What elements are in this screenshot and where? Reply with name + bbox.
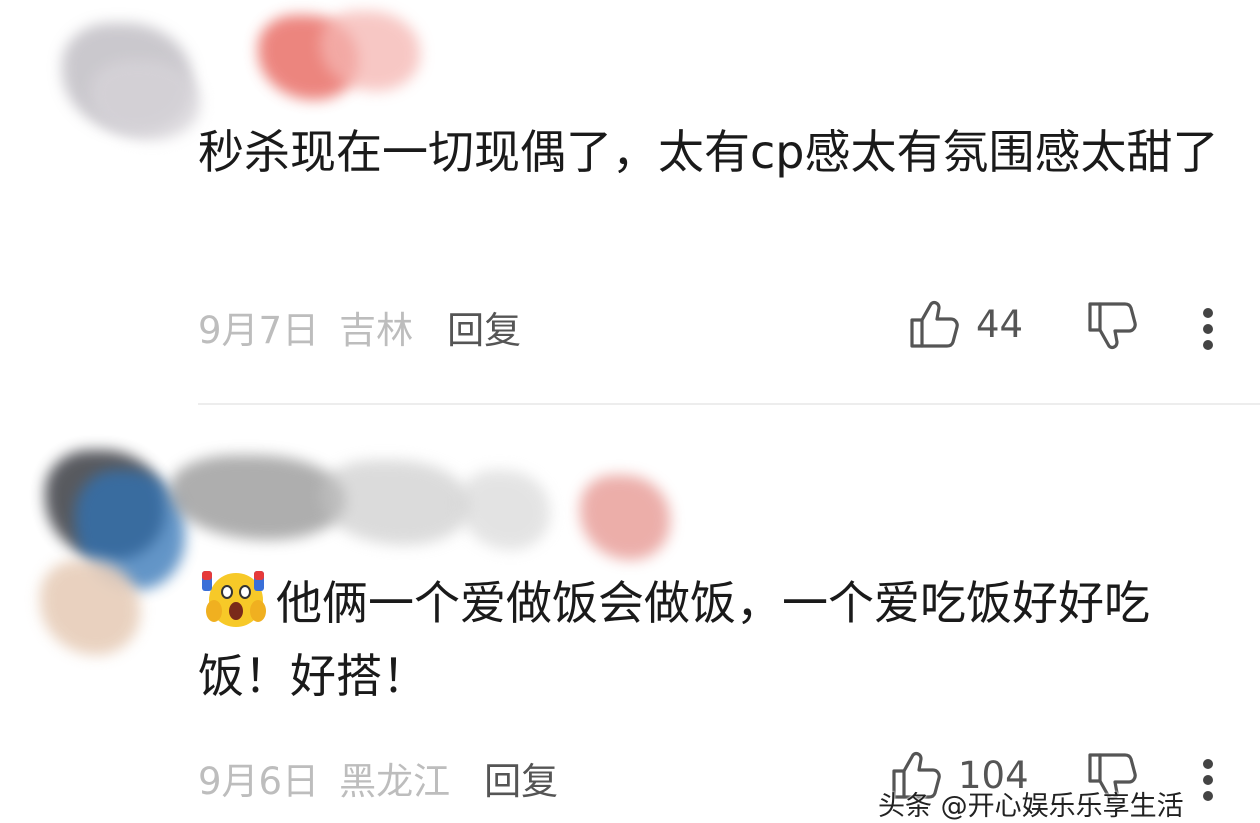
- thumbs-down-icon: [1088, 302, 1137, 349]
- comment-item: 他俩一个爱做饭会做饭，一个爱吃饭好好吃饭！好搭！ 9月6日 黑龙江 回复 104: [0, 405, 1260, 805]
- more-dot: [1203, 791, 1213, 801]
- watermark: 头条 @开心娱乐乐享生活: [878, 791, 1184, 822]
- more-dot: [1203, 775, 1213, 785]
- like-count: 44: [976, 302, 1024, 346]
- more-options-button[interactable]: [1196, 298, 1220, 354]
- more-dot: [1203, 324, 1213, 334]
- comment-item: 秒杀现在一切现偶了，太有cp感太有氛围感太甜了 9月7日 吉林 回复 44: [0, 0, 1260, 405]
- more-vertical-icon: [1203, 759, 1213, 769]
- comment-text: 秒杀现在一切现偶了，太有cp感太有氛围感太甜了: [198, 125, 1219, 179]
- redacted-avatar: [50, 5, 210, 165]
- more-options-button[interactable]: [1196, 749, 1220, 805]
- comment-actions: 44: [0, 298, 1260, 358]
- thumbs-up-icon: [910, 301, 959, 348]
- comment-text: 他俩一个爱做饭会做饭，一个爱吃饭好好吃饭！好搭！: [198, 567, 1228, 713]
- dislike-button[interactable]: [1086, 300, 1140, 356]
- comment-text-body: 他俩一个爱做饭会做饭，一个爱吃饭好好吃饭！好搭！: [198, 576, 1150, 703]
- more-vertical-icon: [1203, 308, 1213, 318]
- redacted-username: [170, 435, 680, 565]
- screaming-face-emoji: [202, 571, 266, 627]
- redacted-username: [250, 5, 425, 115]
- more-dot: [1203, 340, 1213, 350]
- like-button[interactable]: 44: [908, 298, 1023, 350]
